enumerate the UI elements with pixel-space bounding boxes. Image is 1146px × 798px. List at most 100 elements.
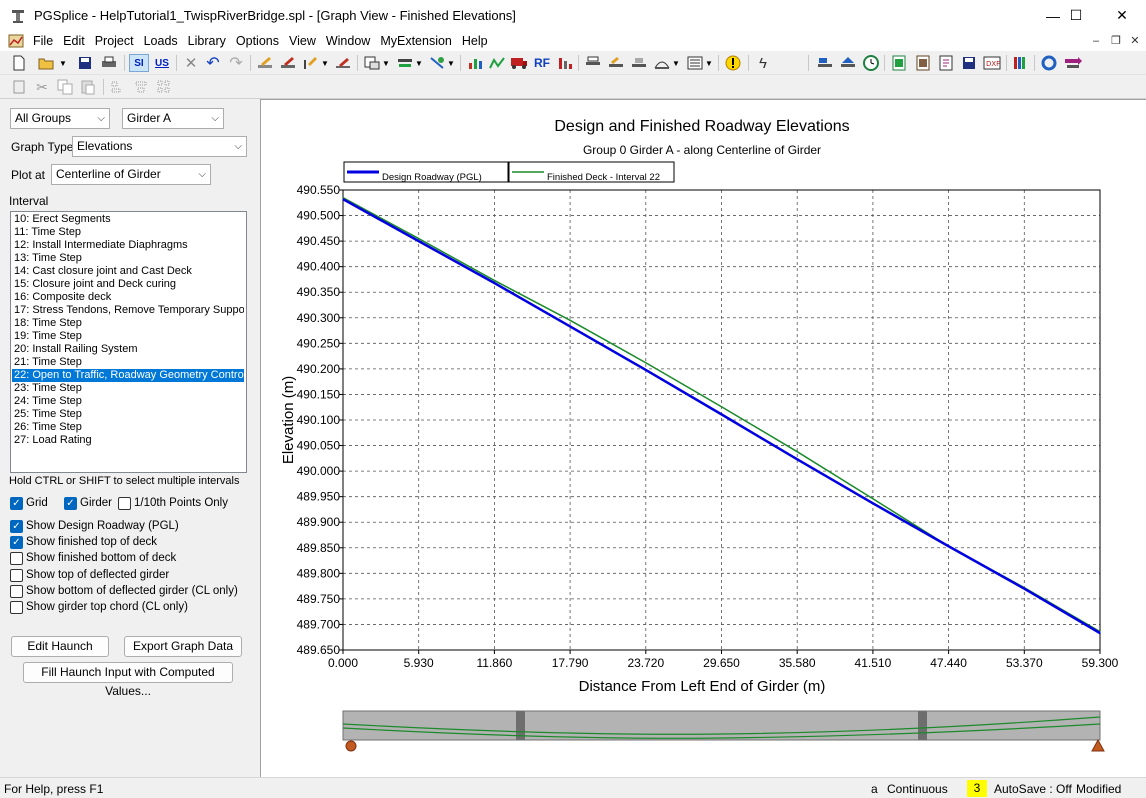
fill-haunch-button[interactable]: Fill Haunch Input with Computed Values..… bbox=[23, 662, 233, 698]
cut-icon[interactable]: ✂ bbox=[33, 78, 51, 96]
excel-export-icon[interactable] bbox=[890, 54, 908, 72]
interval-list-item[interactable]: 18: Time Step bbox=[12, 317, 244, 330]
ext-icon-2[interactable] bbox=[839, 54, 857, 72]
show-top-chord-checkbox[interactable]: Show girder top chord (CL only) bbox=[10, 600, 188, 614]
show-bottom-girder-checkbox[interactable]: Show bottom of deflected girder (CL only… bbox=[10, 584, 238, 598]
refresh-icon[interactable] bbox=[1040, 54, 1058, 72]
report-icon-4[interactable] bbox=[653, 54, 671, 72]
doc-export-icon[interactable] bbox=[914, 54, 932, 72]
menu-file[interactable]: File bbox=[28, 31, 58, 51]
new-file-icon[interactable] bbox=[10, 54, 28, 72]
interval-list-item[interactable]: 21: Time Step bbox=[12, 356, 244, 369]
undo-icon[interactable]: ↶ bbox=[204, 54, 222, 72]
interval-list-item[interactable]: 19: Time Step bbox=[12, 330, 244, 343]
graph-truck-icon[interactable] bbox=[510, 54, 528, 72]
warning-icon[interactable] bbox=[724, 54, 742, 72]
interval-list-item[interactable]: 17: Stress Tendons, Remove Temporary Sup… bbox=[12, 304, 244, 317]
transfer-icon[interactable] bbox=[1064, 54, 1082, 72]
menu-library[interactable]: Library bbox=[183, 31, 231, 51]
interval-list-item[interactable]: 16: Composite deck bbox=[12, 291, 244, 304]
open-folder-icon[interactable] bbox=[37, 54, 55, 72]
si-units-button[interactable]: SI bbox=[129, 54, 149, 72]
report-list-dropdown-icon[interactable]: ▼ bbox=[704, 54, 714, 72]
interval-list-item[interactable]: 24: Time Step bbox=[12, 395, 244, 408]
report-icon-2[interactable] bbox=[607, 54, 625, 72]
report-dropdown-icon[interactable]: ▼ bbox=[671, 54, 681, 72]
show-pgl-checkbox[interactable]: ✓ Show Design Roadway (PGL) bbox=[10, 519, 179, 533]
clock-icon[interactable] bbox=[862, 54, 880, 72]
view-girder-icon[interactable] bbox=[396, 54, 414, 72]
dxf-export-icon[interactable]: DXF bbox=[983, 54, 1001, 72]
print-icon[interactable] bbox=[100, 54, 118, 72]
show-top-deck-checkbox[interactable]: ✓ Show finished top of deck bbox=[10, 535, 157, 549]
delete-icon[interactable]: ✕ bbox=[182, 54, 200, 72]
tenth-points-checkbox[interactable]: 1/10th Points Only bbox=[118, 496, 228, 510]
interval-listbox[interactable]: 10: Erect Segments 11: Time Step 12: Insta… bbox=[10, 211, 247, 473]
mdi-restore-button[interactable]: ❐ bbox=[1107, 33, 1125, 49]
interval-list-item[interactable]: 20: Install Railing System bbox=[12, 343, 244, 356]
close-button[interactable]: ✕ bbox=[1099, 0, 1145, 31]
show-top-girder-checkbox[interactable]: Show top of deflected girder bbox=[10, 568, 169, 582]
open-dropdown-icon[interactable]: ▼ bbox=[58, 54, 68, 72]
align-right-icon[interactable] bbox=[155, 78, 173, 96]
edit-girder-icon[interactable] bbox=[256, 54, 274, 72]
interval-list-item[interactable]: 12: Install Intermediate Diaphragms bbox=[12, 239, 244, 252]
interval-list-item[interactable]: 11: Time Step bbox=[12, 226, 244, 239]
interval-list-item[interactable]: 23: Time Step bbox=[12, 382, 244, 395]
text-export-icon[interactable] bbox=[937, 54, 955, 72]
edit-bridge-icon[interactable] bbox=[279, 54, 297, 72]
align-left-icon[interactable] bbox=[109, 78, 127, 96]
menu-project[interactable]: Project bbox=[90, 31, 139, 51]
menu-myextension[interactable]: MyExtension bbox=[375, 31, 457, 51]
report-list-icon[interactable] bbox=[686, 54, 704, 72]
interval-list-item[interactable]: 10: Erect Segments bbox=[12, 213, 244, 226]
export-graph-data-button[interactable]: Export Graph Data bbox=[124, 636, 242, 657]
view-spec-icon[interactable] bbox=[363, 54, 381, 72]
interval-list-item[interactable]: 15: Closure joint and Deck curing bbox=[12, 278, 244, 291]
interval-list-item[interactable]: 27: Load Rating bbox=[12, 434, 244, 447]
view-girder-dropdown-icon[interactable]: ▼ bbox=[414, 54, 424, 72]
interval-list-item[interactable]: 13: Time Step bbox=[12, 252, 244, 265]
properties-icon[interactable] bbox=[10, 78, 28, 96]
girder-checkbox[interactable]: ✓ Girder bbox=[64, 496, 112, 510]
paste-icon[interactable] bbox=[79, 78, 97, 96]
mdi-close-button[interactable]: ✕ bbox=[1126, 33, 1144, 49]
menu-window[interactable]: Window bbox=[321, 31, 375, 51]
edit-loads-icon[interactable] bbox=[334, 54, 352, 72]
menu-help[interactable]: Help bbox=[457, 31, 493, 51]
menu-view[interactable]: View bbox=[284, 31, 321, 51]
interval-list-item[interactable]: 14: Cast closure joint and Cast Deck bbox=[12, 265, 244, 278]
view-spec-dropdown-icon[interactable]: ▼ bbox=[381, 54, 391, 72]
group-select[interactable]: All Groups ⌵ bbox=[10, 108, 110, 129]
show-bottom-deck-checkbox[interactable]: Show finished bottom of deck bbox=[10, 551, 176, 565]
grid-checkbox[interactable]: ✓ Grid bbox=[10, 496, 48, 510]
analyze-lightning-icon[interactable]: ϟ bbox=[754, 54, 772, 72]
girder-select[interactable]: Girder A ⌵ bbox=[122, 108, 224, 129]
mdi-minimize-button[interactable]: – bbox=[1087, 33, 1105, 49]
graph-stress-icon[interactable] bbox=[556, 54, 574, 72]
interval-list-item[interactable]: 25: Time Step bbox=[12, 408, 244, 421]
edit-segment-icon[interactable] bbox=[302, 54, 320, 72]
view-analysis-dropdown-icon[interactable]: ▼ bbox=[446, 54, 456, 72]
status-count-badge[interactable]: 3 bbox=[967, 780, 987, 797]
report-icon-1[interactable] bbox=[584, 54, 602, 72]
menu-options[interactable]: Options bbox=[231, 31, 284, 51]
interval-list-item[interactable]: 26: Time Step bbox=[12, 421, 244, 434]
align-center-icon[interactable] bbox=[132, 78, 150, 96]
graph-bar-icon[interactable] bbox=[466, 54, 484, 72]
view-analysis-icon[interactable] bbox=[428, 54, 446, 72]
copy-icon[interactable] bbox=[56, 78, 74, 96]
interval-list-item[interactable]: 22: Open to Traffic, Roadway Geometry Co… bbox=[12, 369, 244, 382]
ext-icon-1[interactable] bbox=[816, 54, 834, 72]
menu-loads[interactable]: Loads bbox=[139, 31, 183, 51]
redo-icon[interactable]: ↷ bbox=[227, 54, 245, 72]
graph-influence-icon[interactable] bbox=[488, 54, 506, 72]
maximize-button[interactable]: ☐ bbox=[1053, 0, 1099, 31]
edit-dropdown-icon[interactable]: ▼ bbox=[320, 54, 330, 72]
library-icon[interactable] bbox=[1012, 54, 1030, 72]
menu-edit[interactable]: Edit bbox=[58, 31, 90, 51]
graph-type-select[interactable]: Elevations ⌵ bbox=[72, 136, 247, 157]
plot-at-select[interactable]: Centerline of Girder ⌵ bbox=[51, 164, 211, 185]
rating-factor-button[interactable]: RF bbox=[533, 54, 551, 72]
us-units-button[interactable]: US bbox=[152, 54, 172, 72]
